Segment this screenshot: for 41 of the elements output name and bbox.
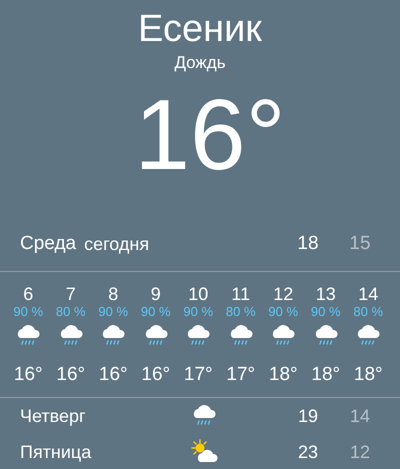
hour-label: 7 [66,284,76,304]
low-temperature: 15 [348,233,372,255]
hour-label: 10 [188,284,208,304]
precipitation-chance: 90 % [13,304,44,320]
hourly-temperature: 18° [354,364,383,386]
high-temperature: 19 [296,406,320,426]
day-name: Пятница [20,442,92,462]
hour-label: 9 [150,284,161,304]
sun-cloud-icon [190,439,220,465]
day-name: Среда [20,233,76,255]
precipitation-chance: 80 % [353,304,384,320]
hourly-temperature: 18° [268,364,298,386]
high-temperature: 18 [296,233,320,255]
hourly-temperature: 17° [226,364,256,386]
precipitation-chance: 90 % [268,304,298,320]
precipitation-chance: 90 % [183,304,214,320]
precipitation-chance: 80 % [226,304,256,320]
hourly-temperature: 16° [98,364,128,386]
precipitation-chance: 90 % [98,304,128,320]
hourly-temperature: 18° [311,364,340,386]
hourly-temperature: 16° [14,364,43,386]
hour-label: 8 [108,284,118,304]
low-temperature: 14 [348,406,372,426]
hour-label: 6 [23,284,34,304]
hour-label: 13 [316,284,336,304]
hourly-temperature: 17° [184,364,213,386]
precipitation-chance: 90 % [140,304,171,320]
low-temperature: 12 [348,442,372,462]
hour-label: 12 [273,284,294,304]
day-name: Четверг [20,406,87,426]
high-temperature: 23 [296,442,320,462]
precipitation-chance: 80 % [56,304,86,320]
hour-label: 14 [358,284,378,304]
weather-condition: Дождь [174,52,226,74]
today-label: сегодня [84,234,150,254]
hour-label: 11 [231,284,250,304]
hourly-temperature: 16° [141,364,170,386]
precipitation-chance: 90 % [310,304,341,320]
hourly-temperature: 16° [56,364,86,386]
current-temperature: 16° [134,80,286,190]
city-name: Есеник [138,8,262,50]
